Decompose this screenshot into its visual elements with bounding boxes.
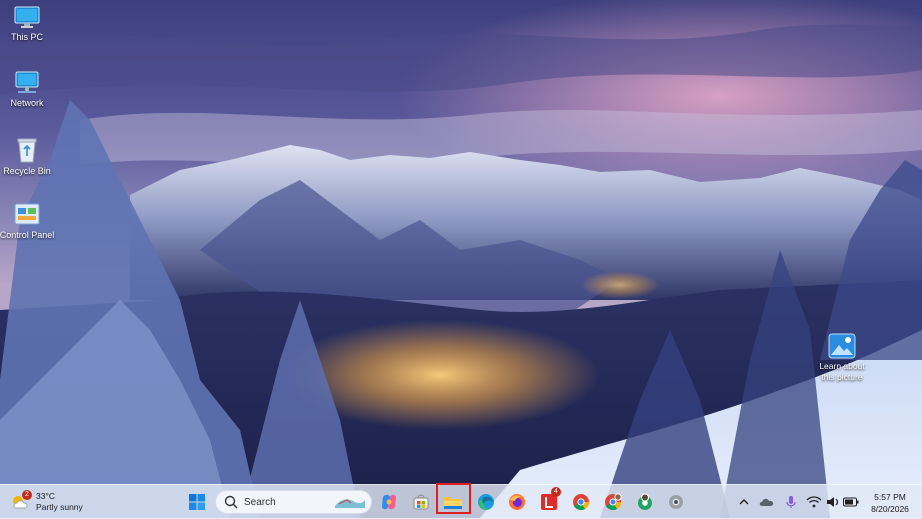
weather-badge: 2 [22, 490, 32, 500]
windows-start-icon [189, 494, 205, 510]
taskbar-app-chrome-canary[interactable] [664, 490, 688, 514]
chrome-profile-icon [605, 493, 622, 511]
chevron-up-icon [739, 499, 749, 505]
libreoffice-badge: 4 [551, 487, 561, 497]
taskbar-app-firefox[interactable] [505, 490, 529, 514]
learn-about-picture[interactable]: Learn about this picture [812, 333, 872, 383]
copilot-icon [382, 494, 396, 510]
weather-text: 33°C Partly sunny [36, 491, 83, 513]
tray-battery[interactable] [842, 490, 860, 514]
search-box[interactable]: Search [215, 490, 372, 514]
tray-volume[interactable] [825, 490, 841, 514]
search-highlight-icon [335, 499, 365, 508]
taskbar-app-chrome[interactable] [569, 490, 593, 514]
picture-info-icon [828, 333, 856, 359]
edge-icon [478, 494, 494, 510]
desktop-icon-control-panel[interactable]: Control Panel [0, 202, 57, 240]
taskbar-app-libreoffice[interactable]: 4 [537, 487, 561, 514]
chrome-icon [573, 494, 590, 511]
control-panel-icon [14, 203, 40, 225]
microphone-icon [786, 496, 796, 508]
taskbar-app-chrome-dev[interactable] [633, 490, 657, 514]
weather-condition: Partly sunny [36, 502, 83, 512]
wifi-icon [806, 496, 822, 508]
desktop-icon-this-pc[interactable]: This PC [0, 6, 57, 42]
chrome-icon [669, 495, 683, 509]
clock-time: 5:57 PM [874, 492, 906, 502]
file-explorer-highlight-box [436, 483, 471, 514]
speaker-icon [827, 497, 839, 507]
tray-onedrive[interactable] [758, 490, 776, 514]
chrome-profile-icon [638, 493, 652, 510]
onedrive-icon [759, 498, 774, 506]
tray-microphone[interactable] [783, 490, 799, 514]
start-button[interactable] [185, 490, 209, 514]
desktop-wallpaper [0, 0, 922, 518]
desktop-icon-label: Recycle Bin [3, 166, 51, 176]
desktop-icon-network[interactable]: Network [0, 70, 57, 108]
firefox-icon [509, 494, 525, 510]
taskbar-app-store[interactable] [409, 490, 433, 514]
taskbar-app-edge[interactable] [474, 490, 498, 514]
search-icon [224, 495, 238, 509]
desktop-icon-label: Network [10, 98, 44, 108]
learn-about-picture-label: Learn about this picture [819, 361, 865, 382]
tray-wifi[interactable] [805, 490, 823, 514]
microsoft-store-icon [413, 494, 429, 510]
recycle-bin-icon [17, 138, 37, 163]
weather-widget[interactable]: 2 33°C Partly sunny [10, 489, 83, 515]
search-placeholder: Search [244, 496, 276, 508]
battery-icon [843, 497, 859, 507]
clock-date: 8/20/2026 [871, 504, 909, 514]
desktop-icon-label: This PC [10, 32, 43, 42]
tray-show-hidden[interactable] [736, 490, 752, 514]
desktop-icon-recycle-bin[interactable]: Recycle Bin [0, 136, 57, 176]
desktop-icon-label: Control Panel [0, 230, 55, 240]
monitor-icon [14, 6, 40, 28]
taskbar-app-copilot[interactable] [377, 490, 401, 514]
taskbar-app-chrome-profile[interactable] [601, 490, 625, 514]
weather-temp: 33°C [36, 491, 55, 501]
network-icon [15, 71, 39, 93]
system-clock[interactable]: 5:57 PM 8/20/2026 [862, 491, 918, 515]
